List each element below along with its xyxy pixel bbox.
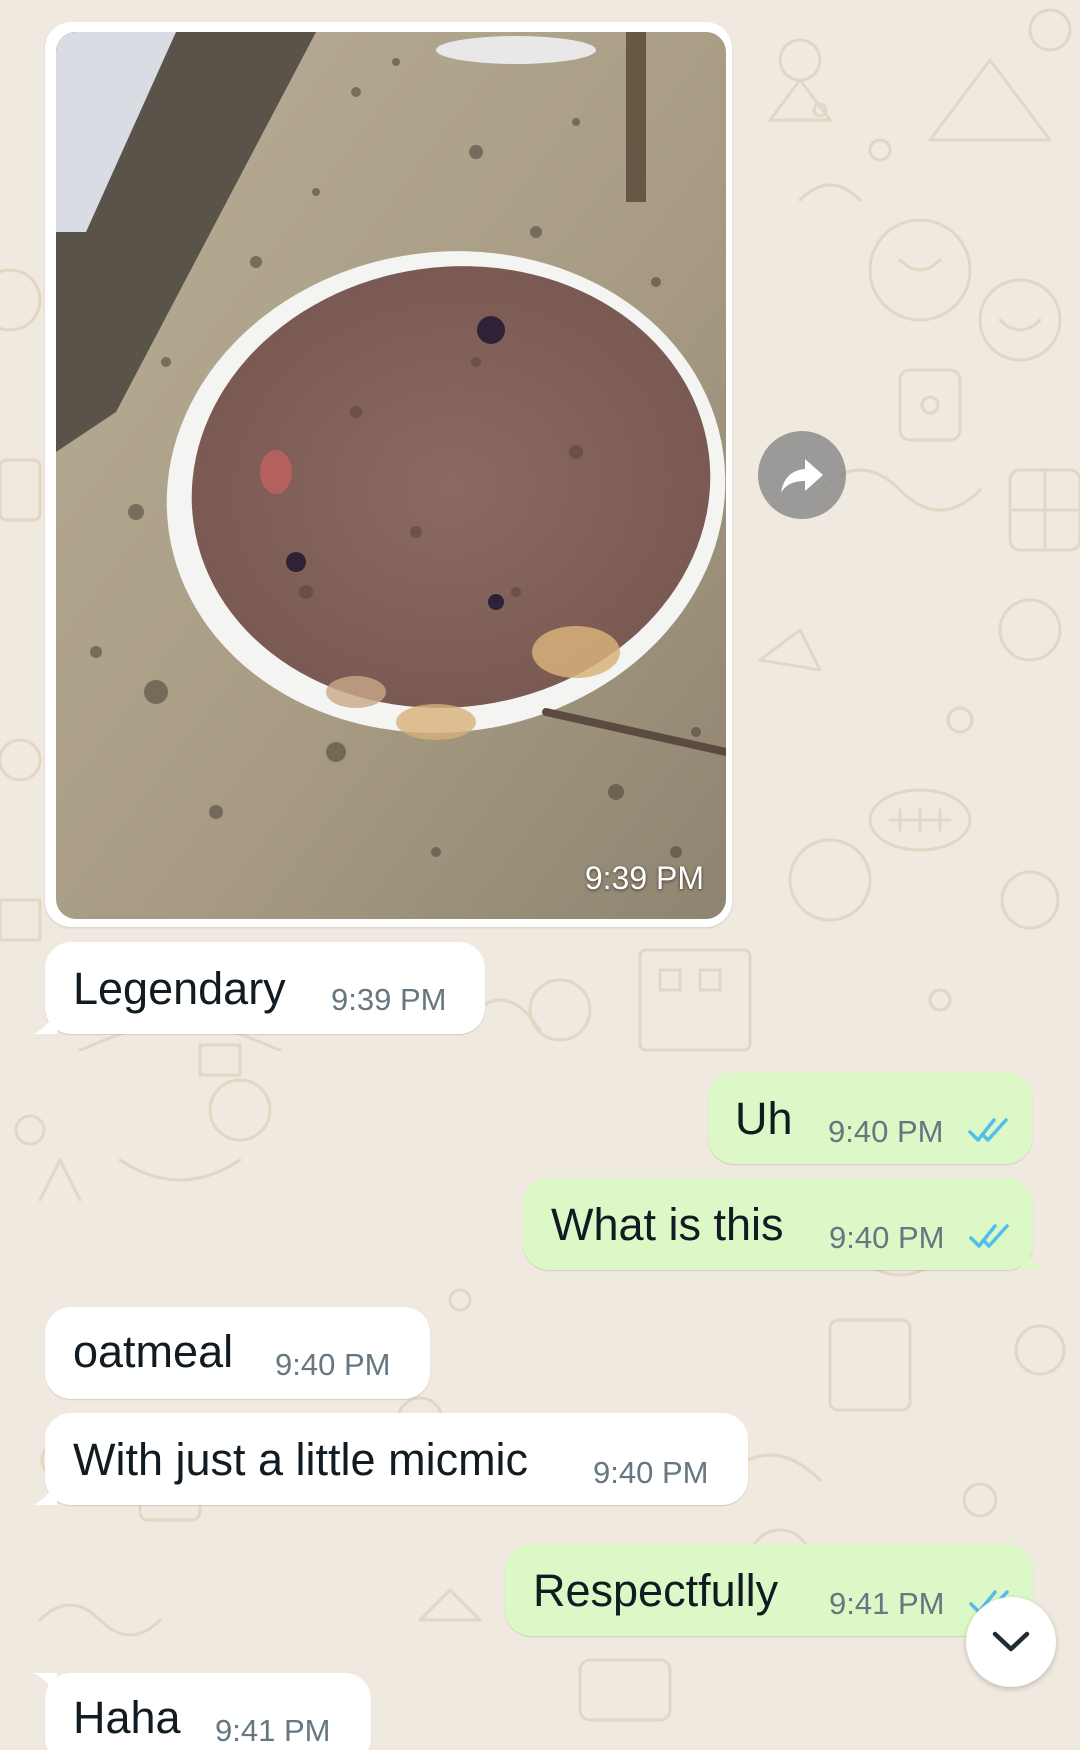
message-text: Respectfully xyxy=(533,1565,779,1616)
bubble-tail xyxy=(1021,1248,1045,1270)
bubble-tail xyxy=(33,1483,57,1505)
bubble-tail xyxy=(33,1012,57,1034)
outgoing-message-bubble[interactable]: What is this 9:40 PM xyxy=(523,1178,1045,1270)
message-text: Haha xyxy=(73,1692,181,1743)
message-timestamp: 9:40 PM xyxy=(593,1455,709,1490)
share-forward-icon xyxy=(781,459,823,493)
message-timestamp: 9:40 PM xyxy=(829,1220,945,1255)
message-text: oatmeal xyxy=(73,1326,234,1377)
message-text: Uh xyxy=(735,1093,793,1144)
message-timestamp: 9:41 PM xyxy=(215,1713,331,1748)
message-timestamp: 9:39 PM xyxy=(331,982,447,1017)
photo-illustration xyxy=(56,32,726,919)
incoming-message-bubble[interactable]: Legendary 9:39 PM xyxy=(33,942,485,1034)
read-receipt-icon xyxy=(969,1224,1009,1248)
oatmeal-photo[interactable]: 9:39 PM xyxy=(56,32,726,919)
bubble-tail xyxy=(33,1673,57,1695)
message-timestamp: 9:40 PM xyxy=(828,1114,944,1149)
chevron-down-icon xyxy=(992,1631,1030,1652)
incoming-message-bubble[interactable]: With just a little micmic 9:40 PM xyxy=(33,1413,748,1505)
image-timestamp: 9:39 PM xyxy=(584,860,704,896)
outgoing-message-bubble[interactable]: Uh 9:40 PM xyxy=(708,1072,1032,1164)
message-text: With just a little micmic xyxy=(73,1434,529,1485)
message-text: Legendary xyxy=(73,963,286,1014)
incoming-message-bubble[interactable]: Haha 9:41 PM xyxy=(33,1673,371,1750)
outgoing-message-bubble[interactable]: Respectfully 9:41 PM xyxy=(505,1544,1033,1636)
message-timestamp: 9:41 PM xyxy=(829,1586,945,1621)
incoming-message-bubble[interactable]: oatmeal 9:40 PM xyxy=(45,1307,430,1399)
read-receipt-icon xyxy=(968,1118,1008,1142)
message-timestamp: 9:40 PM xyxy=(275,1347,391,1382)
forward-button[interactable] xyxy=(758,431,846,519)
message-text: What is this xyxy=(551,1199,784,1250)
scroll-to-bottom-button[interactable] xyxy=(966,1597,1056,1687)
chat-area[interactable]: 9:39 PM Legendary 9:39 PM Uh 9:40 PM Wha… xyxy=(0,0,1080,1750)
